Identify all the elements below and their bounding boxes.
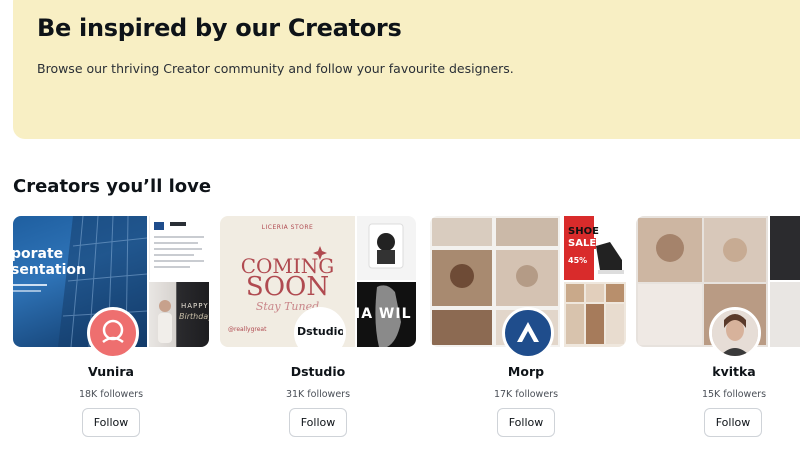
tile-text: @reallygreat: [228, 326, 267, 333]
tile-text: SOON: [245, 272, 330, 302]
dstudio-logo-text: Dstudio: [297, 325, 345, 338]
kvitka-portrait-icon: [712, 310, 758, 356]
creator-followers: 17K followers: [493, 389, 559, 400]
follow-button[interactable]: Follow: [82, 408, 140, 437]
phone-frame-graphic: [368, 223, 404, 269]
tile-text: IA WIL: [357, 306, 412, 322]
hero-subtitle: Browse our thriving Creator community an…: [37, 61, 514, 76]
statue-thumbnail[interactable]: IA WIL: [357, 282, 416, 347]
tile-text: porate: [13, 246, 64, 262]
creator-avatar[interactable]: [502, 307, 554, 359]
tile-text: Birthday: [179, 312, 209, 321]
creator-name[interactable]: Vunira: [41, 364, 181, 379]
document-thumbnail[interactable]: [149, 216, 209, 280]
follow-button[interactable]: Follow: [289, 408, 347, 437]
shoe-sale-thumbnail[interactable]: SHOE SALE 45%: [564, 216, 626, 280]
creator-avatar[interactable]: Dstudio: [294, 307, 346, 359]
photo-thumbnail[interactable]: [770, 216, 800, 280]
sneaker-icon: [596, 242, 624, 274]
tile-line: [13, 290, 41, 292]
creator-followers: 18K followers: [78, 389, 144, 400]
creator-name[interactable]: kvitka: [664, 364, 800, 379]
follow-button[interactable]: Follow: [704, 408, 762, 437]
tile-text: sentation: [13, 262, 87, 278]
creator-followers: 31K followers: [285, 389, 351, 400]
creator-name[interactable]: Dstudio: [248, 364, 388, 379]
photo-thumbnail[interactable]: [770, 282, 800, 347]
vunira-logo-icon: [102, 319, 124, 344]
hero-title: Be inspired by our Creators: [37, 14, 402, 42]
document-lines: [154, 222, 204, 268]
photo-frame-thumbnail[interactable]: [357, 216, 416, 280]
fashion-grid-thumbnail[interactable]: [564, 282, 626, 347]
birthday-card-thumbnail[interactable]: HAPPY Birthday: [149, 282, 209, 347]
tile-line: [13, 284, 47, 286]
tile-text: HAPPY: [181, 302, 209, 310]
section-title: Creators you’ll love: [13, 176, 212, 197]
fashion-grid-graphic: [566, 284, 624, 344]
creator-name[interactable]: Morp: [456, 364, 596, 379]
creator-followers: 15K followers: [701, 389, 767, 400]
creator-avatar[interactable]: [87, 307, 139, 359]
follow-button[interactable]: Follow: [497, 408, 555, 437]
morp-logo-icon: [517, 322, 539, 342]
creator-avatar[interactable]: [709, 307, 761, 359]
